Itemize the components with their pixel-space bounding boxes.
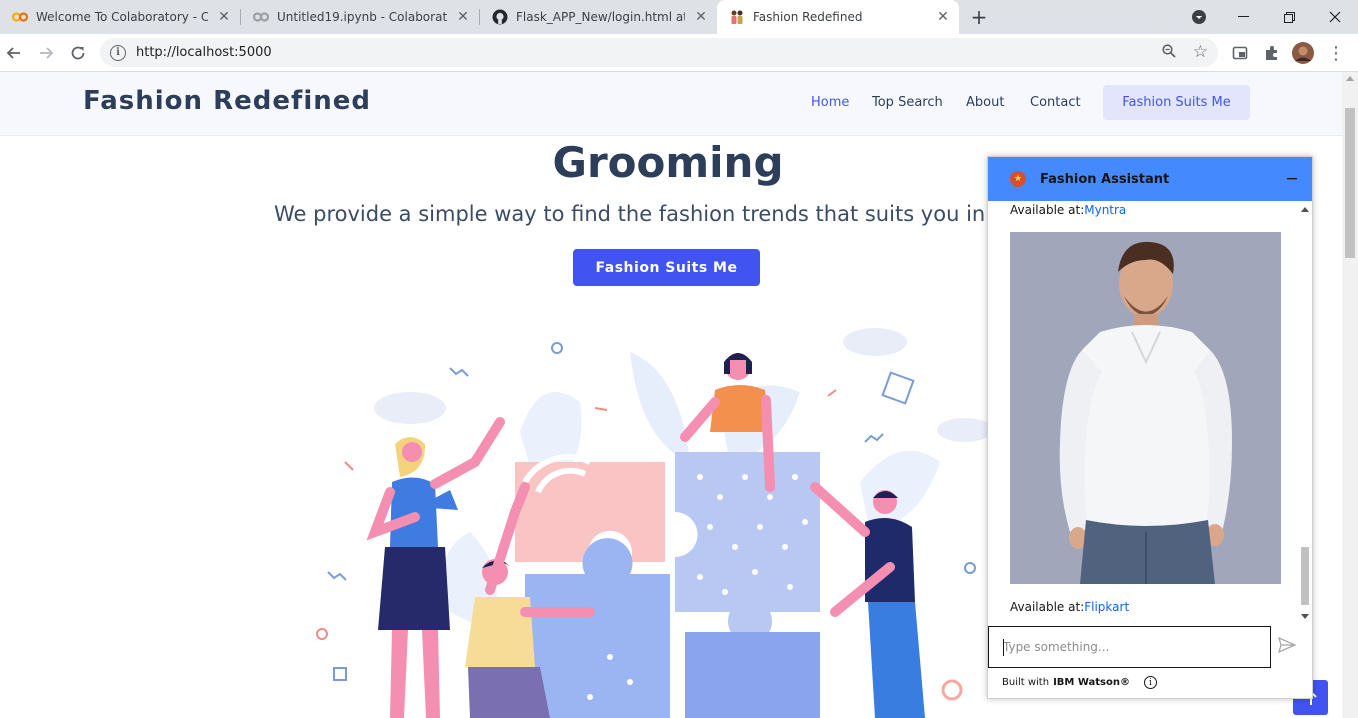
reload-icon[interactable] [66, 41, 90, 65]
close-tab-icon[interactable]: ✕ [216, 9, 232, 25]
site-header: Fashion Redefined Home Top Search About … [0, 72, 1342, 136]
media-router-icon[interactable] [1229, 42, 1251, 64]
scroll-up-arrow-icon[interactable] [1346, 76, 1354, 81]
chat-message-input[interactable]: Type something... [988, 626, 1271, 668]
nav-top-search[interactable]: Top Search [872, 95, 943, 110]
browser-tab-github[interactable]: Flask_APP_New/login.html at ma ✕ [480, 0, 717, 34]
tab-search-icon[interactable] [1176, 0, 1222, 34]
close-tab-icon[interactable]: ✕ [935, 9, 951, 25]
info-icon[interactable]: i [1144, 676, 1157, 689]
hero-illustration [316, 328, 993, 718]
minimize-window-icon[interactable] [1220, 0, 1266, 34]
chat-widget: ★ Fashion Assistant Available at:Myntra [987, 156, 1313, 699]
address-bar[interactable]: i http://localhost:5000 ☆ [100, 38, 1218, 67]
github-icon [492, 9, 508, 25]
flipkart-link[interactable]: Flipkart [1084, 600, 1129, 614]
colab-icon [253, 9, 269, 25]
footer-prefix: Built with [1002, 677, 1050, 688]
send-icon[interactable] [1277, 636, 1302, 659]
colab-icon [12, 9, 28, 25]
product-image[interactable] [1010, 232, 1281, 584]
nav-about[interactable]: About [966, 95, 1004, 110]
close-tab-icon[interactable]: ✕ [693, 9, 709, 25]
extensions-puzzle-icon[interactable] [1261, 42, 1283, 64]
chat-scroll-up-icon[interactable] [1301, 206, 1309, 212]
hero-subtitle: We provide a simple way to find the fash… [274, 202, 1019, 226]
tab-title: Fashion Redefined [753, 10, 863, 24]
chat-scrollbar[interactable] [1297, 201, 1312, 625]
nav-home[interactable]: Home [811, 95, 849, 110]
site-info-icon[interactable]: i [110, 44, 126, 61]
browser-tab-colab-welcome[interactable]: Welcome To Colaboratory - Cola ✕ [0, 0, 240, 34]
close-window-icon[interactable] [1312, 0, 1358, 34]
header-cta-button[interactable]: Fashion Suits Me [1103, 85, 1250, 120]
chat-scroll-thumb[interactable] [1301, 547, 1309, 605]
site-logo[interactable]: Fashion Redefined [83, 86, 371, 116]
tab-title: Welcome To Colaboratory - Cola [36, 10, 208, 24]
page-scroll-thumb[interactable] [1345, 108, 1355, 258]
restore-window-icon[interactable] [1266, 0, 1312, 34]
browser-tab-untitled19[interactable]: Untitled19.ipynb - Colaboratory ✕ [241, 0, 479, 34]
browser-tab-fashion-redefined[interactable]: Fashion Redefined ✕ [717, 0, 959, 34]
tshirt-model-photo [1010, 232, 1281, 584]
chat-message: Available at:Myntra [1010, 203, 1126, 217]
hero-cta-button[interactable]: Fashion Suits Me [573, 249, 760, 286]
zoom-icon[interactable] [1162, 44, 1176, 62]
close-tab-icon[interactable]: ✕ [455, 9, 471, 25]
back-arrow-icon[interactable] [2, 41, 26, 65]
message-prefix: Available at: [1010, 203, 1085, 217]
nav-contact[interactable]: Contact [1030, 95, 1081, 110]
browser-toolbar: i http://localhost:5000 ☆ ⋮ [0, 34, 1358, 72]
assistant-avatar-icon: ★ [1010, 171, 1026, 187]
myntra-link[interactable]: Myntra [1084, 203, 1126, 217]
chat-header: ★ Fashion Assistant [988, 157, 1312, 201]
chat-message: Available at:Flipkart [1010, 600, 1129, 614]
tab-title: Flask_APP_New/login.html at ma [516, 10, 685, 24]
forward-arrow-icon[interactable] [34, 41, 58, 65]
page-scrollbar[interactable] [1342, 72, 1358, 718]
minimize-chat-icon[interactable] [1286, 169, 1298, 188]
url-text: http://localhost:5000 [136, 45, 272, 60]
browser-menu-icon[interactable]: ⋮ [1325, 42, 1347, 64]
chat-messages: Available at:Myntra Available at:Flipkar… [988, 201, 1312, 625]
input-placeholder: Type something... [1003, 640, 1110, 654]
chat-footer: Built with IBM Watson® i [1002, 676, 1157, 689]
new-tab-button[interactable]: + [967, 5, 991, 29]
tab-title: Untitled19.ipynb - Colaboratory [277, 10, 447, 24]
browser-tab-bar: Welcome To Colaboratory - Cola ✕ Untitle… [0, 0, 1358, 34]
bookmark-star-icon[interactable]: ☆ [1193, 42, 1208, 62]
site-favicon [729, 9, 745, 25]
profile-avatar-icon[interactable] [1292, 42, 1314, 64]
chat-title: Fashion Assistant [1040, 171, 1170, 187]
message-prefix: Available at: [1010, 600, 1085, 614]
footer-brand: IBM Watson® [1053, 677, 1130, 688]
chat-scroll-down-icon[interactable] [1301, 614, 1309, 620]
